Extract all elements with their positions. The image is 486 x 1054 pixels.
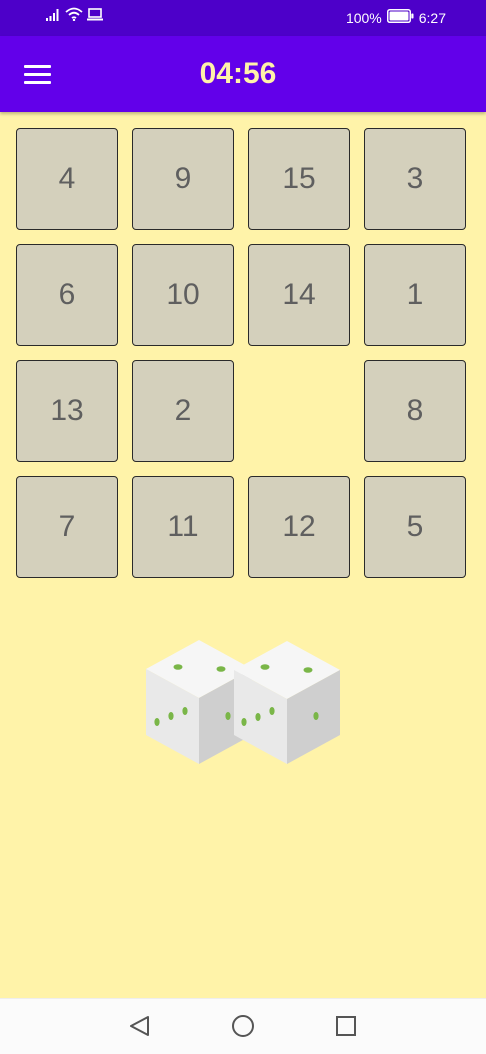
signal-icon: [46, 8, 61, 26]
status-icons-right: 100% 6:27: [346, 9, 446, 27]
back-icon: [130, 1016, 149, 1036]
recents-icon: [336, 1016, 356, 1036]
puzzle-tile-6[interactable]: 6: [16, 244, 118, 346]
battery-percent: 100%: [345, 10, 382, 26]
puzzle-tile-13[interactable]: 13: [16, 360, 118, 462]
recents-button[interactable]: [331, 1012, 361, 1040]
wifi-icon: [65, 7, 83, 26]
app-bar: 04:56: [0, 36, 486, 112]
puzzle-tile-12[interactable]: 12: [248, 476, 350, 578]
back-button[interactable]: [124, 1012, 154, 1040]
puzzle-tile-9[interactable]: 9: [132, 128, 234, 230]
laptop-icon: [87, 8, 103, 26]
two-dice-icon: [146, 640, 342, 766]
puzzle-tile-10[interactable]: 10: [132, 244, 234, 346]
game-timer: 04:56: [199, 57, 277, 90]
puzzle-tile-7[interactable]: 7: [16, 476, 118, 578]
home-button[interactable]: [228, 1012, 258, 1040]
puzzle-tile-15[interactable]: 15: [248, 128, 350, 230]
puzzle-tile-8[interactable]: 8: [364, 360, 466, 462]
puzzle-tile-14[interactable]: 14: [248, 244, 350, 346]
battery-icon: [386, 9, 414, 27]
puzzle-tile-11[interactable]: 11: [132, 476, 234, 578]
puzzle-tile-4[interactable]: 4: [16, 128, 118, 230]
dice-icon: [234, 641, 340, 764]
puzzle-tile-5[interactable]: 5: [364, 476, 466, 578]
status-bar: 100% 6:27: [0, 0, 486, 36]
puzzle-tile-2[interactable]: 2: [132, 360, 234, 462]
system-nav-bar: [0, 998, 486, 1054]
home-icon: [232, 1015, 254, 1037]
status-icons-left: [46, 7, 103, 26]
puzzle-board: 4 9 15 3 6 10 14 1 13 2 8 7 11 12 5: [16, 128, 470, 582]
clock: 6:27: [418, 10, 446, 26]
puzzle-tile-1[interactable]: 1: [364, 244, 466, 346]
puzzle-tile-3[interactable]: 3: [364, 128, 466, 230]
